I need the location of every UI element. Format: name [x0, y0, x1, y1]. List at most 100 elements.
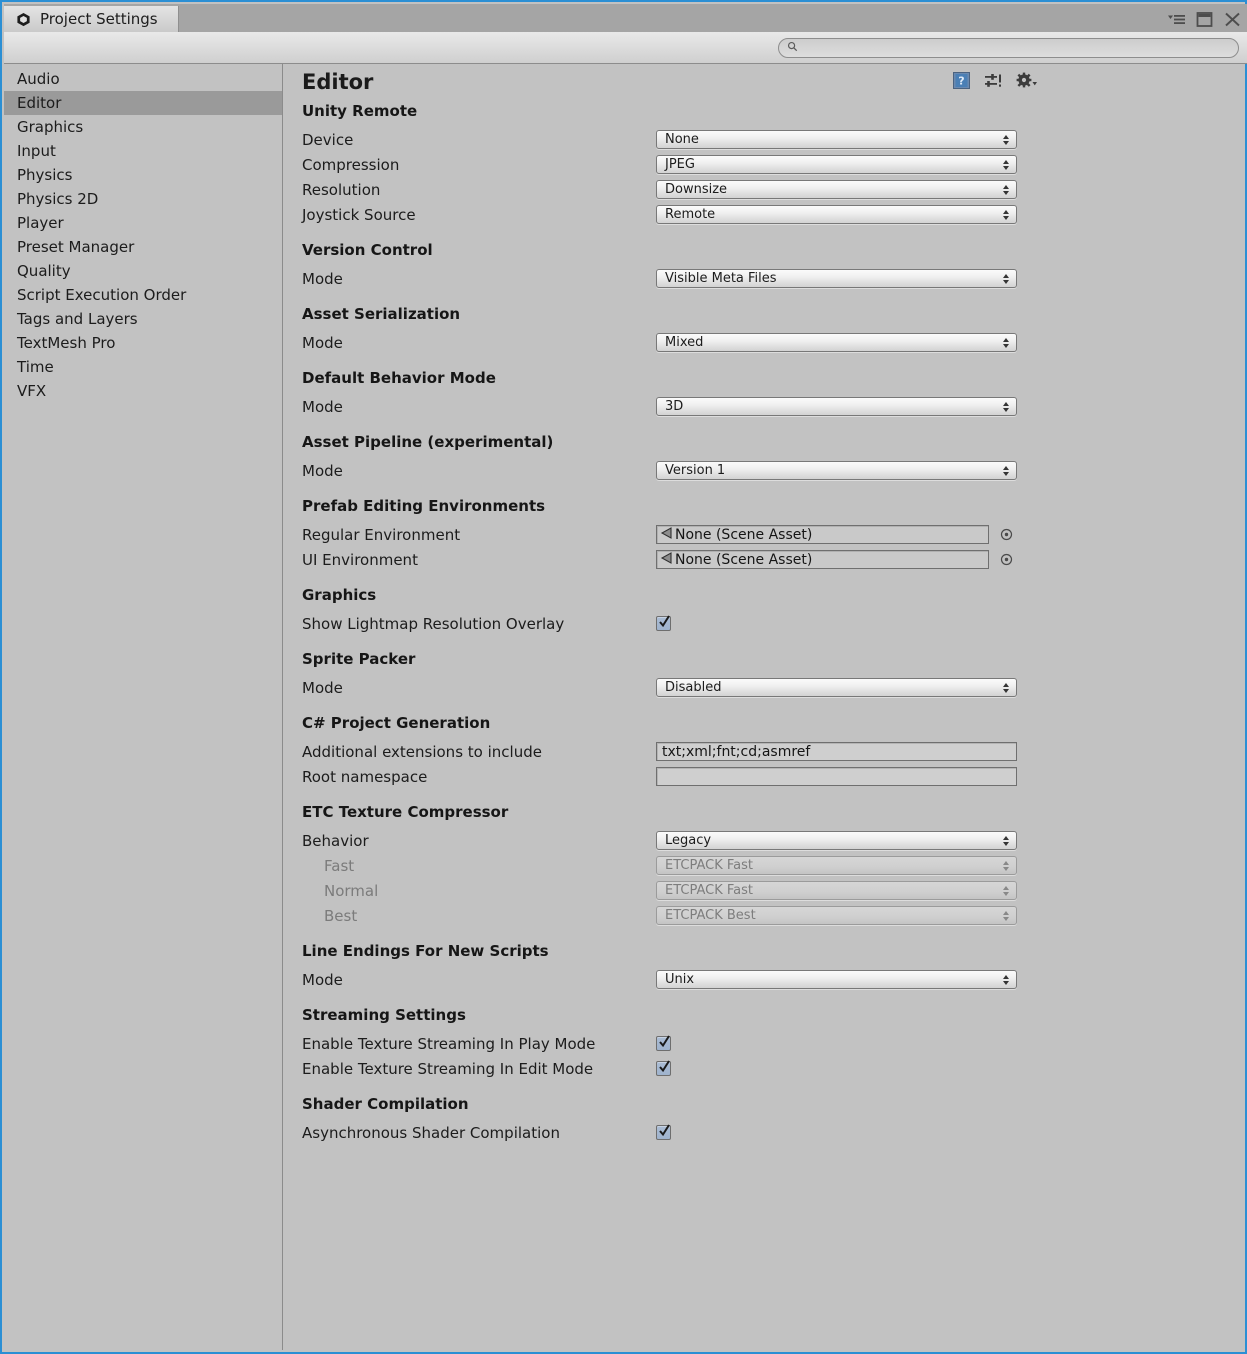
- dropdown-device[interactable]: None: [656, 130, 1017, 149]
- dropdown-compression[interactable]: JPEG: [656, 155, 1017, 174]
- dropdown-device-value: None: [665, 132, 699, 147]
- dropdown-sprite-packer-mode[interactable]: Disabled: [656, 678, 1017, 697]
- window-buttons: [1168, 7, 1241, 31]
- sidebar-item-physics[interactable]: Physics: [4, 163, 282, 187]
- settings-list: Unity Remote Device None Compression JPE…: [284, 101, 1243, 1145]
- checkbox-show-lightmap-resolution-overlay[interactable]: [656, 615, 671, 631]
- label-etc-fast: Fast: [324, 856, 355, 875]
- sidebar-item-time[interactable]: Time: [4, 355, 282, 379]
- input-additional-extensions-wrap[interactable]: [656, 742, 1017, 761]
- section-title-version-control: Version Control: [302, 241, 433, 259]
- label-streaming-edit-mode: Enable Texture Streaming In Edit Mode: [302, 1059, 594, 1078]
- sidebar-item-vfx[interactable]: VFX: [4, 379, 282, 403]
- row-etc-behavior: Behavior Legacy: [284, 828, 1243, 853]
- row-etc-best: Best ETCPACK Best: [284, 903, 1243, 928]
- toolbar: [4, 32, 1247, 64]
- window-menu-icon[interactable]: [1168, 13, 1185, 26]
- label-additional-extensions: Additional extensions to include: [302, 742, 542, 761]
- checkbox-streaming-play-mode[interactable]: [656, 1035, 671, 1051]
- row-asset-pipeline-mode: Mode Version 1: [284, 458, 1243, 483]
- help-icon[interactable]: ?: [953, 72, 970, 89]
- sidebar-item-tags-and-layers[interactable]: Tags and Layers: [4, 307, 282, 331]
- dropdown-asset-serialization-mode-value: Mixed: [665, 335, 704, 350]
- sidebar-item-script-execution-order[interactable]: Script Execution Order: [4, 283, 282, 307]
- section-title-unity-remote: Unity Remote: [302, 102, 418, 120]
- label-regular-environment: Regular Environment: [302, 525, 461, 544]
- search-field[interactable]: [778, 38, 1239, 58]
- row-show-lightmap-resolution-overlay: Show Lightmap Resolution Overlay: [284, 611, 1243, 636]
- chevron-updown-icon: [1003, 835, 1009, 846]
- svg-text:?: ?: [958, 74, 964, 87]
- search-input[interactable]: [803, 41, 1203, 55]
- dropdown-etc-behavior[interactable]: Legacy: [656, 831, 1017, 850]
- input-root-namespace-wrap[interactable]: [656, 767, 1017, 786]
- row-resolution: Resolution Downsize: [284, 177, 1243, 202]
- label-compression: Compression: [302, 155, 400, 174]
- chevron-updown-icon: [1003, 209, 1009, 220]
- label-version-control-mode: Mode: [302, 269, 343, 288]
- dropdown-asset-serialization-mode[interactable]: Mixed: [656, 333, 1017, 352]
- object-field-regular-environment[interactable]: None (Scene Asset): [656, 525, 989, 544]
- sidebar-item-audio[interactable]: Audio: [4, 67, 282, 91]
- tab-label: Project Settings: [40, 10, 158, 28]
- settings-content: Editor ? Unity Remote Device None Compre…: [284, 64, 1243, 1350]
- checkbox-async-shader-compilation[interactable]: [656, 1124, 671, 1140]
- label-asset-serialization-mode: Mode: [302, 333, 343, 352]
- tab-project-settings[interactable]: Project Settings: [4, 6, 179, 32]
- label-sprite-packer-mode: Mode: [302, 678, 343, 697]
- chevron-updown-icon: [1003, 682, 1009, 693]
- section-title-shader-compilation: Shader Compilation: [302, 1095, 469, 1113]
- close-icon[interactable]: [1224, 11, 1241, 28]
- row-compression: Compression JPEG: [284, 152, 1243, 177]
- tab-strip: Project Settings: [4, 4, 1247, 32]
- dropdown-resolution[interactable]: Downsize: [656, 180, 1017, 199]
- object-picker-icon[interactable]: [1000, 528, 1013, 541]
- section-title-sprite-packer: Sprite Packer: [302, 650, 416, 668]
- row-regular-environment: Regular Environment None (Scene Asset): [284, 522, 1243, 547]
- search-icon: [787, 40, 798, 56]
- row-joystick-source: Joystick Source Remote: [284, 202, 1243, 227]
- row-ui-environment: UI Environment None (Scene Asset): [284, 547, 1243, 572]
- sidebar-item-input[interactable]: Input: [4, 139, 282, 163]
- label-etc-best: Best: [324, 906, 358, 925]
- dropdown-default-behavior-mode[interactable]: 3D: [656, 397, 1017, 416]
- sidebar-item-graphics[interactable]: Graphics: [4, 115, 282, 139]
- dropdown-joystick-source-value: Remote: [665, 207, 716, 222]
- object-field-ui-environment[interactable]: None (Scene Asset): [656, 550, 989, 569]
- input-additional-extensions[interactable]: [662, 743, 1012, 760]
- input-root-namespace[interactable]: [662, 768, 1012, 785]
- sidebar-item-physics-2d[interactable]: Physics 2D: [4, 187, 282, 211]
- sidebar-item-preset-manager[interactable]: Preset Manager: [4, 235, 282, 259]
- dropdown-version-control-mode[interactable]: Visible Meta Files: [656, 269, 1017, 288]
- object-picker-icon[interactable]: [1000, 553, 1013, 566]
- chevron-updown-icon: [1003, 337, 1009, 348]
- dropdown-compression-value: JPEG: [665, 157, 695, 172]
- gear-dropdown-icon[interactable]: [1016, 72, 1038, 89]
- check-icon: [659, 1035, 670, 1048]
- preset-icon[interactable]: [984, 73, 1002, 89]
- label-async-shader-compilation: Asynchronous Shader Compilation: [302, 1123, 560, 1142]
- section-title-etc-texture-compressor: ETC Texture Compressor: [302, 803, 509, 821]
- object-field-regular-environment-value: None (Scene Asset): [675, 526, 813, 543]
- scene-asset-icon: [659, 551, 673, 569]
- dropdown-sprite-packer-mode-value: Disabled: [665, 680, 722, 695]
- section-title-asset-pipeline: Asset Pipeline (experimental): [302, 433, 554, 451]
- dropdown-line-endings-mode[interactable]: Unix: [656, 970, 1017, 989]
- dropdown-etc-fast: ETCPACK Fast: [656, 856, 1017, 875]
- section-title-default-behavior-mode: Default Behavior Mode: [302, 369, 496, 387]
- page-title: Editor: [302, 70, 374, 94]
- sidebar-item-editor[interactable]: Editor: [4, 91, 282, 115]
- dropdown-etc-normal: ETCPACK Fast: [656, 881, 1017, 900]
- sidebar-item-player[interactable]: Player: [4, 211, 282, 235]
- dropdown-asset-pipeline-mode[interactable]: Version 1: [656, 461, 1017, 480]
- sidebar-item-textmesh-pro[interactable]: TextMesh Pro: [4, 331, 282, 355]
- dropdown-etc-normal-value: ETCPACK Fast: [665, 883, 753, 898]
- dropdown-joystick-source[interactable]: Remote: [656, 205, 1017, 224]
- scene-asset-icon: [659, 526, 673, 544]
- page-header: Editor ?: [284, 64, 1243, 101]
- row-version-control-mode: Mode Visible Meta Files: [284, 266, 1243, 291]
- section-title-asset-serialization: Asset Serialization: [302, 305, 461, 323]
- maximize-icon[interactable]: [1196, 11, 1213, 28]
- checkbox-streaming-edit-mode[interactable]: [656, 1060, 671, 1076]
- sidebar-item-quality[interactable]: Quality: [4, 259, 282, 283]
